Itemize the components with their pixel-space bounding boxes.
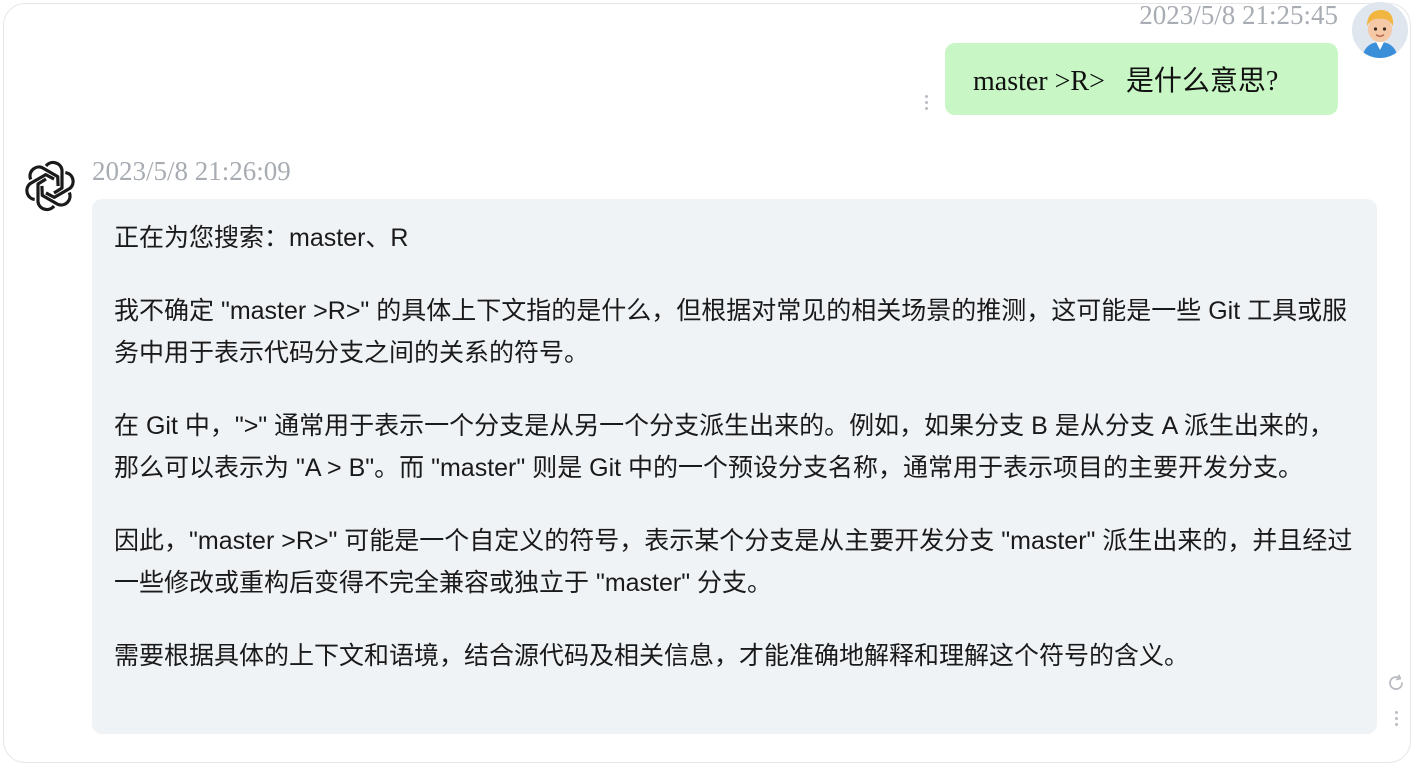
user-message-menu-icon[interactable]	[922, 95, 930, 110]
user-message-timestamp: 2023/5/8 21:25:45	[1139, 0, 1338, 30]
cartoon-user-avatar-icon	[1352, 2, 1408, 58]
assistant-message-timestamp: 2023/5/8 21:26:09	[92, 156, 291, 186]
assistant-message-menu-icon[interactable]	[1392, 711, 1400, 726]
assistant-paragraph: 需要根据具体的上下文和语境，结合源代码及相关信息，才能准确地解释和理解这个符号的…	[114, 642, 1190, 670]
assistant-message-bubble[interactable]: 正在为您搜索：master、R 我不确定 "master >R>" 的具体上下文…	[92, 199, 1377, 734]
user-message-text: master >R> 是什么意思?	[973, 66, 1279, 97]
assistant-paragraph: 正在为您搜索：master、R	[114, 224, 409, 252]
user-avatar[interactable]	[1352, 2, 1408, 58]
refresh-icon[interactable]	[1386, 673, 1406, 693]
openai-logo-icon	[25, 160, 75, 212]
user-message-bubble[interactable]: master >R> 是什么意思?	[945, 43, 1338, 115]
assistant-paragraph: 在 Git 中，">" 通常用于表示一个分支是从另一个分支派生出来的。例如，如果…	[114, 412, 1334, 482]
assistant-avatar	[22, 158, 78, 214]
assistant-paragraph: 因此，"master >R>" 可能是一个自定义的符号，表示某个分支是从主要开发…	[114, 527, 1353, 597]
assistant-paragraph: 我不确定 "master >R>" 的具体上下文指的是什么，但根据对常见的相关场…	[114, 297, 1348, 367]
